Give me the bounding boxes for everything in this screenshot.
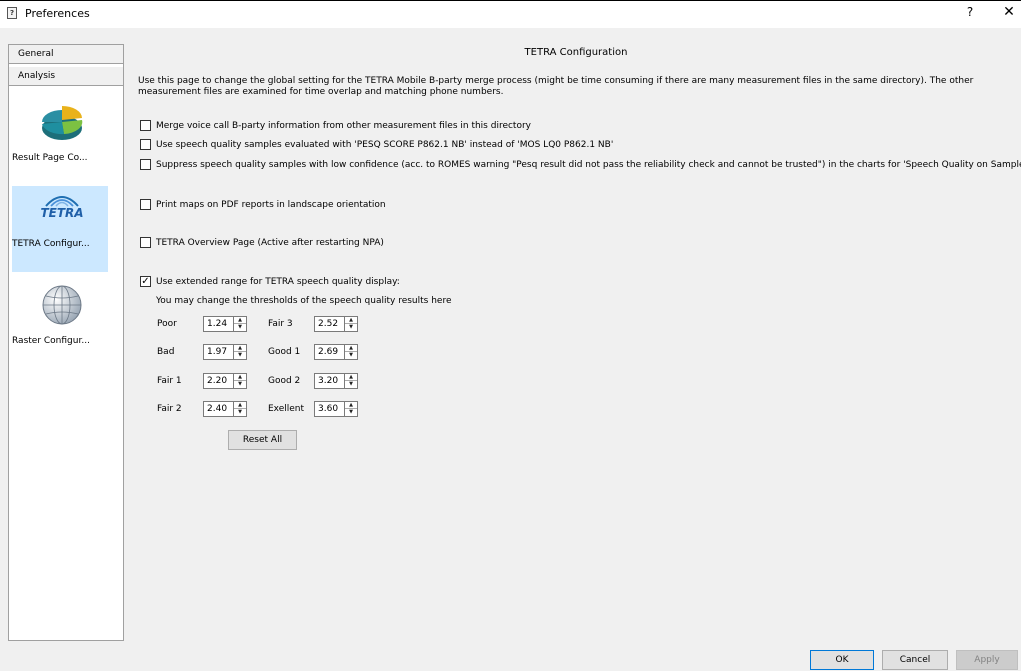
threshold-excellent-label: Exellent xyxy=(268,404,305,414)
threshold-fair3-spinbox[interactable]: 2.52 ▲ ▼ xyxy=(314,316,358,332)
sidebar-item-label: Result Page Co... xyxy=(12,153,88,163)
threshold-excellent-spinbox[interactable]: 3.60 ▲ ▼ xyxy=(314,401,358,417)
threshold-poor-spinbox[interactable]: 1.24 ▲ ▼ xyxy=(203,316,247,332)
threshold-fair2-spinbox[interactable]: 2.40 ▲ ▼ xyxy=(203,401,247,417)
threshold-good2-spinbox[interactable]: 3.20 ▲ ▼ xyxy=(314,373,358,389)
cancel-button[interactable]: Cancel xyxy=(882,650,948,670)
spinbox-value: 2.40 xyxy=(207,404,228,414)
globe-icon xyxy=(42,285,82,325)
spin-up-icon[interactable]: ▲ xyxy=(345,317,357,324)
ok-button[interactable]: OK xyxy=(810,650,874,670)
spin-down-icon[interactable]: ▼ xyxy=(234,352,246,359)
spin-up-icon[interactable]: ▲ xyxy=(345,374,357,381)
extended-range-label: Use extended range for TETRA speech qual… xyxy=(156,277,400,287)
sidebar: General Analysis Result Page Co... TETRA… xyxy=(8,44,124,641)
spin-down-icon[interactable]: ▼ xyxy=(234,381,246,388)
spin-down-icon[interactable]: ▼ xyxy=(345,409,357,416)
spin-down-icon[interactable]: ▼ xyxy=(345,381,357,388)
spin-down-icon[interactable]: ▼ xyxy=(234,324,246,331)
spin-up-icon[interactable]: ▲ xyxy=(234,345,246,352)
threshold-bad-label: Bad xyxy=(157,347,175,357)
sidebar-item-result-page[interactable]: Result Page Co... xyxy=(9,100,123,186)
page-title: TETRA Configuration xyxy=(524,47,628,58)
apply-button[interactable]: Apply xyxy=(956,650,1018,670)
threshold-fair3-label: Fair 3 xyxy=(268,319,293,329)
close-button[interactable]: ✕ xyxy=(1000,4,1018,20)
suppress-low-confidence-checkbox[interactable] xyxy=(140,159,151,170)
sidebar-tab-general[interactable]: General xyxy=(9,45,123,64)
sidebar-item-tetra[interactable]: TETRA TETRA Configur... xyxy=(12,186,108,272)
reset-all-button[interactable]: Reset All xyxy=(228,430,297,450)
sidebar-tab-analysis[interactable]: Analysis xyxy=(9,67,123,86)
threshold-good1-label: Good 1 xyxy=(268,347,301,357)
sidebar-item-label: TETRA Configur... xyxy=(12,239,90,249)
spin-down-icon[interactable]: ▼ xyxy=(234,409,246,416)
preferences-icon: ? xyxy=(7,7,17,19)
spin-up-icon[interactable]: ▲ xyxy=(234,374,246,381)
spinbox-value: 2.20 xyxy=(207,376,228,386)
print-landscape-checkbox[interactable] xyxy=(140,199,151,210)
spin-up-icon[interactable]: ▲ xyxy=(234,317,246,324)
spin-up-icon[interactable]: ▲ xyxy=(345,345,357,352)
spinbox-value: 2.52 xyxy=(318,319,339,329)
page-description: Use this page to change the global setti… xyxy=(138,76,974,97)
threshold-good2-label: Good 2 xyxy=(268,376,301,386)
tetra-overview-checkbox[interactable] xyxy=(140,237,151,248)
pesq-score-checkbox[interactable] xyxy=(140,139,151,150)
tetra-logo-text: TETRA xyxy=(40,206,83,220)
threshold-good1-spinbox[interactable]: 2.69 ▲ ▼ xyxy=(314,344,358,360)
title-bar: ? Preferences ? ✕ xyxy=(0,0,1021,28)
pie-chart-icon xyxy=(42,106,83,140)
merge-bparty-label: Merge voice call B-party information fro… xyxy=(156,121,531,131)
window-title: Preferences xyxy=(25,7,90,20)
suppress-low-confidence-label: Suppress speech quality samples with low… xyxy=(156,160,1021,170)
threshold-bad-spinbox[interactable]: 1.97 ▲ ▼ xyxy=(203,344,247,360)
help-button[interactable]: ? xyxy=(962,5,978,19)
spinbox-value: 3.60 xyxy=(318,404,339,414)
tetra-overview-label: TETRA Overview Page (Active after restar… xyxy=(156,238,384,248)
sidebar-item-raster[interactable]: Raster Configur... xyxy=(9,283,123,369)
threshold-fair2-label: Fair 2 xyxy=(157,404,182,414)
sidebar-item-label: Raster Configur... xyxy=(12,336,90,346)
print-landscape-label: Print maps on PDF reports in landscape o… xyxy=(156,200,386,210)
spinbox-value: 1.24 xyxy=(207,319,228,329)
threshold-hint: You may change the thresholds of the spe… xyxy=(156,296,452,306)
threshold-poor-label: Poor xyxy=(157,319,177,329)
tetra-configuration-page: TETRA Configuration Use this page to cha… xyxy=(131,44,1021,644)
spin-down-icon[interactable]: ▼ xyxy=(345,352,357,359)
merge-bparty-checkbox[interactable] xyxy=(140,120,151,131)
tetra-logo-icon: TETRA xyxy=(40,196,84,220)
spin-up-icon[interactable]: ▲ xyxy=(234,402,246,409)
spinbox-value: 1.97 xyxy=(207,347,228,357)
spin-up-icon[interactable]: ▲ xyxy=(345,402,357,409)
spinbox-value: 3.20 xyxy=(318,376,339,386)
extended-range-checkbox[interactable]: ✓ xyxy=(140,276,151,287)
spinbox-value: 2.69 xyxy=(318,347,339,357)
pesq-score-label: Use speech quality samples evaluated wit… xyxy=(156,140,614,150)
spin-down-icon[interactable]: ▼ xyxy=(345,324,357,331)
threshold-fair1-spinbox[interactable]: 2.20 ▲ ▼ xyxy=(203,373,247,389)
threshold-fair1-label: Fair 1 xyxy=(157,376,182,386)
